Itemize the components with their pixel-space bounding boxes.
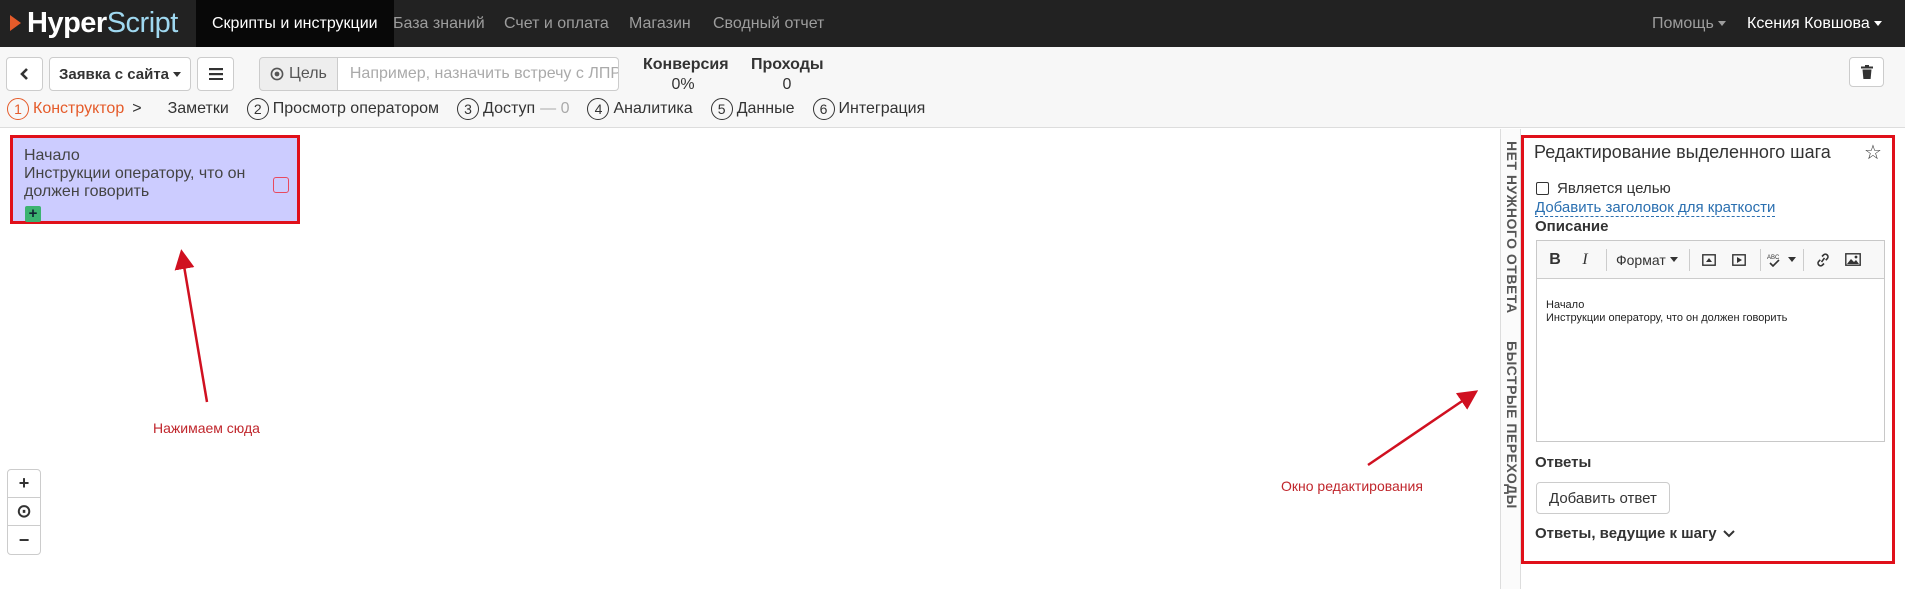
user-menu[interactable]: Ксения Ковшова: [1747, 0, 1882, 47]
star-icon[interactable]: ☆: [1864, 140, 1882, 165]
node-goal-checkbox[interactable]: [273, 177, 289, 193]
insert-link-button[interactable]: [1809, 247, 1837, 273]
nav-scripts[interactable]: Скрипты и инструкции: [196, 0, 394, 47]
script-canvas[interactable]: Начало Инструкции оператору, что он долж…: [0, 129, 1500, 589]
step-analytics[interactable]: 4 Аналитика: [587, 98, 693, 120]
goal-addon: Цель: [259, 57, 338, 91]
insert-template-button[interactable]: [1695, 247, 1723, 273]
editor-content[interactable]: Начало Инструкции оператору, что он долж…: [1537, 279, 1884, 345]
zoom-out-button[interactable]: −: [8, 526, 40, 554]
spellcheck-icon: ABC: [1767, 255, 1780, 267]
add-answer-button[interactable]: Добавить ответ: [1536, 482, 1670, 514]
image-icon: [1844, 253, 1861, 266]
tab-no-answer[interactable]: НЕТ НУЖНОГО ОТВЕТА: [1502, 141, 1520, 314]
panel-title: Редактирование выделенного шага: [1534, 142, 1831, 162]
logo-arrow-icon: [10, 15, 21, 31]
answers-label: Ответы: [1535, 454, 1592, 471]
nav-billing[interactable]: Счет и оплата: [504, 0, 609, 47]
insert-image-button[interactable]: [1839, 247, 1867, 273]
chevron-left-icon: [19, 68, 28, 80]
chevron-down-icon: [1722, 529, 1735, 537]
node-text: Инструкции оператору, что он должен гово…: [24, 165, 246, 200]
zoom-in-button[interactable]: +: [8, 470, 40, 498]
link-icon: [1816, 252, 1829, 267]
checkbox-box[interactable]: [1536, 182, 1549, 195]
script-toolbar: Заявка с сайта Цель Например, назначить …: [0, 47, 1905, 128]
stat-conversion: Конверсия 0%: [643, 56, 729, 93]
side-tabs: НЕТ НУЖНОГО ОТВЕТА БЫСТРЫЕ ПЕРЕХОДЫ: [1500, 129, 1520, 589]
caret-down-icon: [1669, 257, 1678, 262]
step-operator-view[interactable]: 2 Просмотр оператором: [246, 98, 439, 120]
add-header-link[interactable]: Добавить заголовок для краткости: [1535, 199, 1776, 217]
annotation-edit-window: Окно редактирования: [1281, 478, 1423, 494]
trash-icon: [1860, 65, 1873, 79]
nav-shop[interactable]: Магазин: [629, 0, 691, 47]
description-editor: B I Формат ABC Начало Инструкции операто…: [1536, 240, 1885, 442]
logo[interactable]: HyperScript: [10, 6, 178, 39]
incoming-answers-toggle[interactable]: Ответы, ведущие к шагу: [1535, 525, 1735, 542]
zoom-controls: + ⊙ −: [7, 469, 41, 555]
step-constructor[interactable]: 1 Конструктор >: [7, 98, 150, 120]
italic-button[interactable]: I: [1571, 247, 1599, 273]
step-notes[interactable]: Заметки: [168, 100, 229, 118]
insert-media-button[interactable]: [1725, 247, 1753, 273]
script-node-start[interactable]: Начало Инструкции оператору, что он долж…: [10, 135, 300, 224]
script-select[interactable]: Заявка с сайта: [49, 57, 191, 91]
caret-down-icon: [1717, 21, 1726, 27]
step-access[interactable]: 3 Доступ — 0: [457, 98, 569, 120]
tab-quick-jumps[interactable]: БЫСТРЫЕ ПЕРЕХОДЫ: [1502, 341, 1520, 509]
zoom-reset-button[interactable]: ⊙: [8, 498, 40, 526]
step-data[interactable]: 5 Данные: [710, 98, 795, 120]
description-label: Описание: [1535, 218, 1609, 235]
annotation-click-here: Нажимаем сюда: [153, 420, 260, 436]
caret-down-icon: [1787, 257, 1796, 262]
nav-knowledge-base[interactable]: База знаний: [393, 0, 485, 47]
top-navbar: HyperScript Скрипты и инструкции База зн…: [0, 0, 1905, 47]
bold-button[interactable]: B: [1541, 247, 1569, 273]
nav-summary-report[interactable]: Сводный отчет: [713, 0, 824, 47]
logo-text: HyperScript: [27, 6, 178, 39]
is-goal-checkbox[interactable]: Является целью: [1536, 180, 1671, 197]
wizard-steps: 1 Конструктор > Заметки 2 Просмотр опера…: [7, 97, 943, 121]
back-button[interactable]: [6, 57, 43, 91]
help-menu[interactable]: Помощь: [1652, 0, 1726, 47]
editor-toolbar: B I Формат ABC: [1537, 241, 1884, 279]
spellcheck-button[interactable]: ABC: [1766, 247, 1796, 273]
breadcrumb-separator: >: [132, 100, 142, 117]
target-icon: [270, 67, 284, 81]
goal-field: Цель Например, назначить встречу с ЛПР: [259, 57, 619, 91]
caret-down-icon: [173, 71, 182, 77]
stat-passes: Проходы 0: [751, 56, 824, 93]
format-dropdown[interactable]: Формат: [1612, 247, 1682, 273]
play-icon: [1731, 253, 1746, 266]
step-integration[interactable]: 6 Интеграция: [812, 98, 925, 120]
upload-icon: [1701, 253, 1716, 266]
goal-input[interactable]: Например, назначить встречу с ЛПР: [337, 57, 619, 91]
hamburger-icon: [208, 68, 223, 80]
caret-down-icon: [1873, 21, 1882, 27]
delete-button[interactable]: [1849, 57, 1884, 87]
node-title: Начало: [24, 147, 80, 164]
menu-button[interactable]: [197, 57, 234, 91]
add-answer-plus-icon[interactable]: +: [25, 206, 41, 222]
